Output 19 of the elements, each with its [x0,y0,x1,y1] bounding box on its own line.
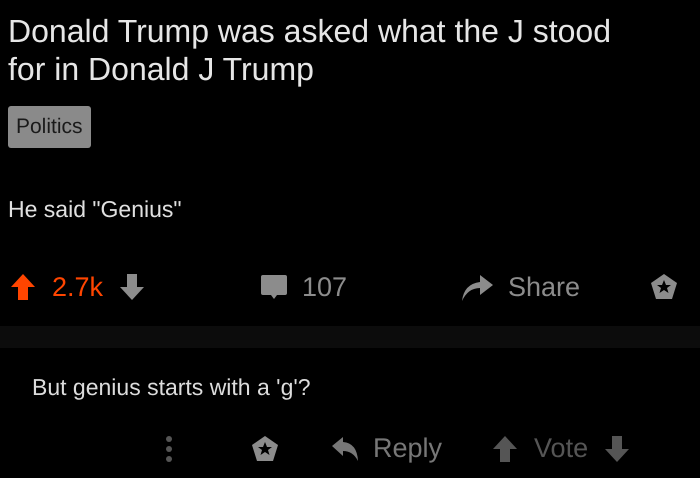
flair-tag[interactable]: Politics [8,106,91,148]
upvote-icon[interactable] [10,273,36,301]
post-body: He said "Genius" [8,194,183,224]
award-icon[interactable] [650,273,678,301]
upvote-icon[interactable] [492,434,518,462]
award-icon[interactable] [251,434,279,462]
share-button[interactable]: Share [460,266,650,308]
score: 2.7k [52,270,104,304]
share-icon [460,272,494,302]
reply-icon [331,436,359,462]
comment-icon [260,273,288,301]
comment-body: But genius starts with a 'g'? [32,373,312,402]
vote-label: Vote [534,432,588,466]
reply-button[interactable]: Reply [331,428,442,469]
downvote-icon[interactable] [604,434,630,462]
comments-button[interactable]: 107 [260,266,460,308]
post-title: Donald Trump was asked what the J stood for in Donald J Trump [8,12,612,88]
downvote-icon[interactable] [119,273,146,301]
more-icon[interactable] [165,436,173,462]
